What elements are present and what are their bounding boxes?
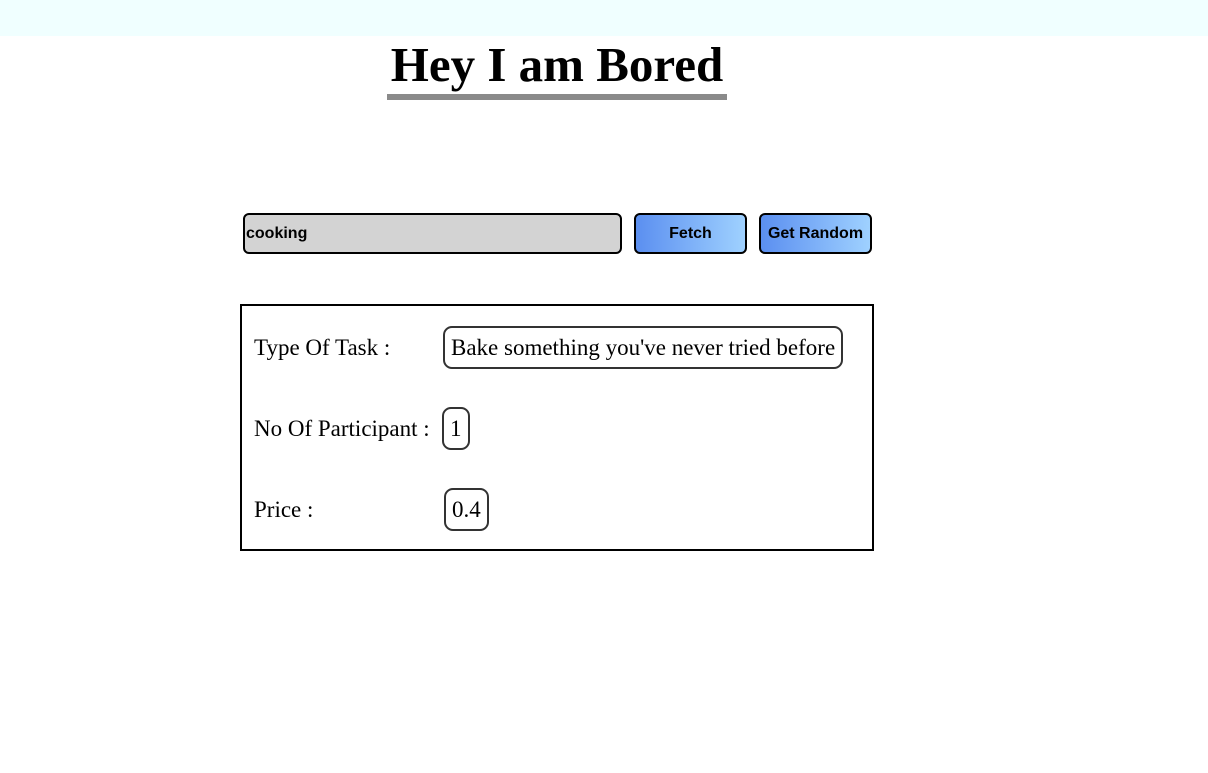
top-bar <box>0 0 1208 36</box>
participants-value: 1 <box>442 407 470 450</box>
type-of-task-label: Type Of Task : <box>254 335 391 360</box>
result-panel: Type Of Task : Bake something you've nev… <box>240 304 874 551</box>
title-underline <box>387 94 727 100</box>
activity-type-input[interactable] <box>243 213 622 254</box>
participants-label: No Of Participant : <box>254 416 430 441</box>
price-value: 0.4 <box>444 488 489 531</box>
price-label: Price : <box>254 497 314 522</box>
page: Hey I am Bored Fetch Get Random Type Of … <box>0 0 1208 773</box>
type-of-task-value: Bake something you've never tried before <box>443 326 844 369</box>
fetch-button[interactable]: Fetch <box>634 213 747 254</box>
get-random-button[interactable]: Get Random <box>759 213 872 254</box>
page-title: Hey I am Bored <box>390 37 724 92</box>
